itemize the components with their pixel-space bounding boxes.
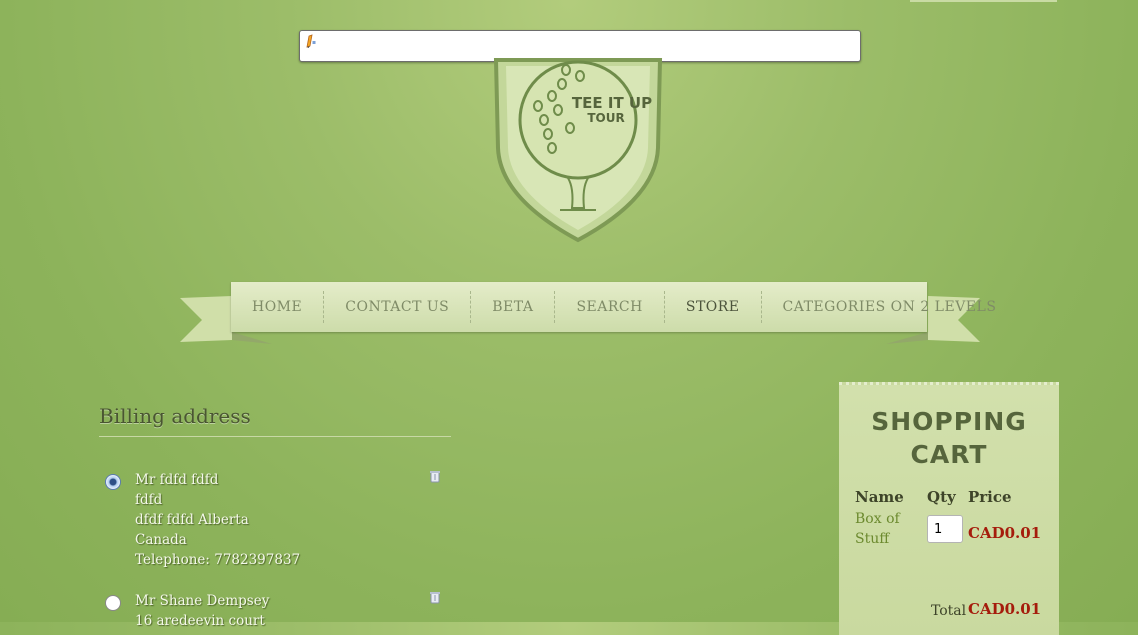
billing-address-heading: Billing address (99, 404, 451, 437)
pencil-icon (306, 34, 316, 48)
address-line: 16 aredeevin court (135, 613, 265, 629)
address-lines-1: Mr fdfd fdfd fdfd dfdf fdfd Alberta Cana… (135, 470, 300, 570)
delete-address-icon[interactable] (430, 591, 440, 604)
nav-categories[interactable]: CATEGORIES ON 2 LEVELS (762, 291, 1018, 323)
nav-store[interactable]: STORE (665, 291, 762, 323)
cart-total-value: CAD0.01 (968, 600, 1042, 618)
cart-item-name-line2: Stuff (855, 531, 890, 547)
cart-item-name-line1: Box of (855, 511, 900, 527)
nav-beta[interactable]: BETA (471, 291, 556, 323)
address-line: fdfd (135, 492, 163, 508)
logo-text-line1: TEE IT UP (572, 94, 652, 112)
address-radio-2[interactable] (105, 595, 121, 611)
cart-title-line2: CART (910, 440, 988, 469)
cart-item-link[interactable]: Box of Stuff (855, 509, 900, 549)
address-line: Telephone: 7782397837 (135, 552, 301, 568)
nav-search[interactable]: SEARCH (555, 291, 665, 323)
address-line: Mr Shane Dempsey (135, 593, 270, 609)
address-line: Mr fdfd fdfd (135, 472, 219, 488)
main-navigation: HOME CONTACT US BETA SEARCH STORE CATEGO… (231, 282, 996, 332)
cart-item-price: CAD0.01 (968, 524, 1042, 542)
cart-header-name: Name (855, 488, 904, 506)
address-line: dfdf fdfd Alberta (135, 512, 249, 528)
nav-home[interactable]: HOME (231, 291, 325, 323)
cart-quantity-input[interactable] (927, 515, 963, 543)
cart-title-line1: SHOPPING (871, 407, 1027, 436)
delete-address-icon[interactable] (430, 470, 440, 483)
top-edge-line (910, 0, 1057, 2)
shopping-cart-panel: SHOPPING CART Name Qty Price Box of Stuf… (839, 382, 1059, 635)
tee-it-up-tour-logo[interactable]: TEE IT UP TOUR (490, 58, 666, 244)
cart-title: SHOPPING CART (839, 405, 1059, 471)
address-lines-2: Mr Shane Dempsey 16 aredeevin court (135, 591, 269, 631)
cart-header-price: Price (968, 488, 1012, 506)
nav-contact-us[interactable]: CONTACT US (324, 291, 472, 323)
logo-text-line2: TOUR (587, 111, 624, 125)
address-line: Canada (135, 532, 187, 548)
cart-header-qty: Qty (927, 488, 956, 506)
cart-total-label: Total (931, 603, 967, 619)
address-radio-1[interactable] (105, 474, 121, 490)
